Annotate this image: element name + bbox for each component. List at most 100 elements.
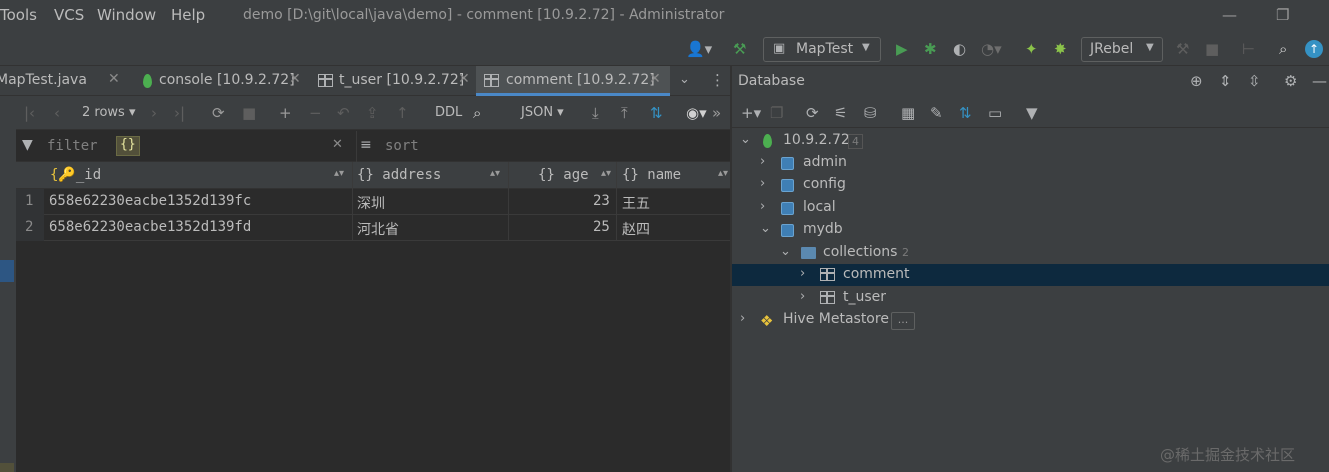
- hammer-disabled-icon[interactable]: ⚒: [1176, 40, 1189, 58]
- menu-tools[interactable]: Tools: [0, 6, 37, 24]
- tree-host[interactable]: ⌄ 10.9.2.72 4: [732, 130, 1329, 152]
- jrebel-select[interactable]: JRebel ▼: [1081, 37, 1163, 62]
- hide-icon[interactable]: —: [1312, 72, 1327, 90]
- chevron-down-icon[interactable]: ⌄: [780, 244, 791, 259]
- cell-age[interactable]: 25: [593, 219, 610, 235]
- jrebel-debug-icon[interactable]: ✸: [1054, 40, 1067, 58]
- add-row-icon[interactable]: +: [279, 104, 292, 122]
- revert-icon[interactable]: ↶: [337, 104, 350, 122]
- ddl-button[interactable]: DDL: [435, 105, 462, 120]
- rows-count-select[interactable]: 2 rows ▾: [82, 105, 136, 120]
- minimize-icon[interactable]: —: [1222, 6, 1237, 24]
- prev-page-icon[interactable]: ‹: [54, 104, 60, 122]
- cell-name[interactable]: 王五: [622, 193, 650, 213]
- sort-icon[interactable]: ▴▾: [718, 168, 728, 179]
- delete-row-icon[interactable]: −: [309, 104, 322, 122]
- add-icon[interactable]: +▾: [741, 104, 761, 122]
- schema-icon[interactable]: ⚟: [834, 104, 847, 122]
- menu-help[interactable]: Help: [171, 6, 205, 24]
- edit-icon[interactable]: ✎: [930, 104, 943, 122]
- profile-icon[interactable]: ◔▾: [981, 40, 1002, 58]
- more-vertical-icon[interactable]: ⋮: [710, 71, 725, 89]
- chevron-right-icon[interactable]: ›: [760, 154, 765, 169]
- jrebel-run-icon[interactable]: ✦: [1025, 40, 1038, 58]
- refresh-icon[interactable]: ⟳: [212, 104, 225, 122]
- export-icon[interactable]: ⤓: [592, 104, 599, 122]
- compare-icon[interactable]: ⇅: [959, 104, 972, 122]
- cell-age[interactable]: 23: [593, 193, 610, 209]
- run-config-select[interactable]: ▣ MapTest ▼: [763, 37, 881, 62]
- sort-icon[interactable]: ▴▾: [601, 168, 611, 179]
- tab-comment[interactable]: comment [10.9.2.72] ✕: [476, 66, 670, 96]
- tree-db-local[interactable]: › local: [732, 197, 1329, 219]
- tab-console[interactable]: console [10.9.2.72] ✕: [133, 66, 307, 96]
- tree-collections[interactable]: ⌄ collections 2: [732, 242, 1329, 264]
- chevron-down-icon[interactable]: ⌄: [760, 221, 771, 236]
- cell-address[interactable]: 深圳: [357, 193, 385, 213]
- refresh-icon[interactable]: ⟳: [806, 104, 819, 122]
- gear-icon[interactable]: ⚙: [1284, 72, 1297, 90]
- more-chevron-icon[interactable]: »: [712, 104, 721, 122]
- coverage-icon[interactable]: ◐: [953, 40, 966, 58]
- compare-icon[interactable]: ⇅: [650, 104, 663, 122]
- tab-t-user[interactable]: t_user [10.9.2.72] ✕: [310, 66, 476, 96]
- tree-hive-metastore[interactable]: › ❖ Hive Metastore ...: [732, 309, 1329, 331]
- search-icon[interactable]: ⌕: [1279, 40, 1287, 58]
- restore-icon[interactable]: ❐: [1276, 6, 1289, 24]
- tab-list-chevron-icon[interactable]: ⌄: [679, 72, 690, 87]
- submit-icon[interactable]: ⇪: [366, 104, 379, 122]
- collapse-all-icon[interactable]: ⇳: [1248, 72, 1261, 90]
- table-view-icon[interactable]: ▦: [901, 104, 915, 122]
- tree-db-admin[interactable]: › admin: [732, 152, 1329, 174]
- tree-collection-comment[interactable]: › comment: [732, 264, 1329, 286]
- sort-input[interactable]: sort: [385, 138, 419, 154]
- menu-window[interactable]: Window: [97, 6, 156, 24]
- column-header-address[interactable]: {} address: [357, 167, 441, 183]
- cell-id[interactable]: 658e62230eacbe1352d139fc: [49, 193, 251, 209]
- move-up-icon[interactable]: ↑: [396, 104, 409, 122]
- tree-collection-t-user[interactable]: › t_user: [732, 287, 1329, 309]
- filter-icon[interactable]: ▼: [1026, 104, 1038, 122]
- chevron-right-icon[interactable]: ›: [800, 289, 805, 304]
- debug-icon[interactable]: ✱: [924, 40, 937, 58]
- cell-name[interactable]: 赵四: [622, 219, 650, 239]
- cell-address[interactable]: 河北省: [357, 219, 399, 239]
- format-select[interactable]: JSON ▾: [521, 105, 564, 120]
- search-icon[interactable]: ⌕: [473, 104, 481, 122]
- copy-icon[interactable]: ❐: [770, 104, 783, 122]
- run-icon[interactable]: ▶: [896, 40, 908, 58]
- chevron-right-icon[interactable]: ›: [760, 176, 765, 191]
- column-header-name[interactable]: {} name: [622, 167, 681, 183]
- close-icon[interactable]: ✕: [649, 71, 661, 87]
- sort-icon[interactable]: ▴▾: [334, 168, 344, 179]
- menu-vcs[interactable]: VCS: [54, 6, 84, 24]
- datasource-icon[interactable]: ⛁: [864, 104, 877, 122]
- stop-icon[interactable]: ■: [242, 104, 256, 122]
- stop-icon[interactable]: ■: [1205, 40, 1219, 58]
- clear-filter-icon[interactable]: ✕: [332, 137, 343, 152]
- tab-maptest[interactable]: MapTest.java ✕: [0, 66, 130, 96]
- table-row[interactable]: 2 658e62230eacbe1352d139fd 河北省 25 赵四: [16, 215, 730, 241]
- close-icon[interactable]: ✕: [289, 71, 301, 87]
- expand-all-icon[interactable]: ⇕: [1219, 72, 1232, 90]
- tree-db-config[interactable]: › config: [732, 174, 1329, 196]
- sort-icon[interactable]: ▴▾: [490, 168, 500, 179]
- first-page-icon[interactable]: |‹: [24, 104, 35, 122]
- locate-icon[interactable]: ⊕: [1190, 72, 1203, 90]
- tree-db-mydb[interactable]: ⌄ mydb: [732, 219, 1329, 241]
- close-icon[interactable]: ✕: [458, 71, 470, 87]
- build-hammer-icon[interactable]: ⚒: [733, 40, 746, 58]
- chevron-right-icon[interactable]: ›: [800, 266, 805, 281]
- filter-input[interactable]: {}: [116, 136, 140, 156]
- git-icon[interactable]: ⊢: [1242, 40, 1255, 58]
- user-icon[interactable]: 👤▾: [686, 40, 712, 58]
- next-page-icon[interactable]: ›: [151, 104, 157, 122]
- last-page-icon[interactable]: ›|: [174, 104, 185, 122]
- chevron-right-icon[interactable]: ›: [740, 311, 745, 326]
- update-icon[interactable]: ↑: [1305, 40, 1323, 58]
- chevron-right-icon[interactable]: ›: [760, 199, 765, 214]
- table-row[interactable]: 1 658e62230eacbe1352d139fc 深圳 23 王五: [16, 189, 730, 215]
- close-icon[interactable]: ✕: [108, 71, 120, 87]
- query-console-icon[interactable]: ▭: [988, 104, 1002, 122]
- cell-id[interactable]: 658e62230eacbe1352d139fd: [49, 219, 251, 235]
